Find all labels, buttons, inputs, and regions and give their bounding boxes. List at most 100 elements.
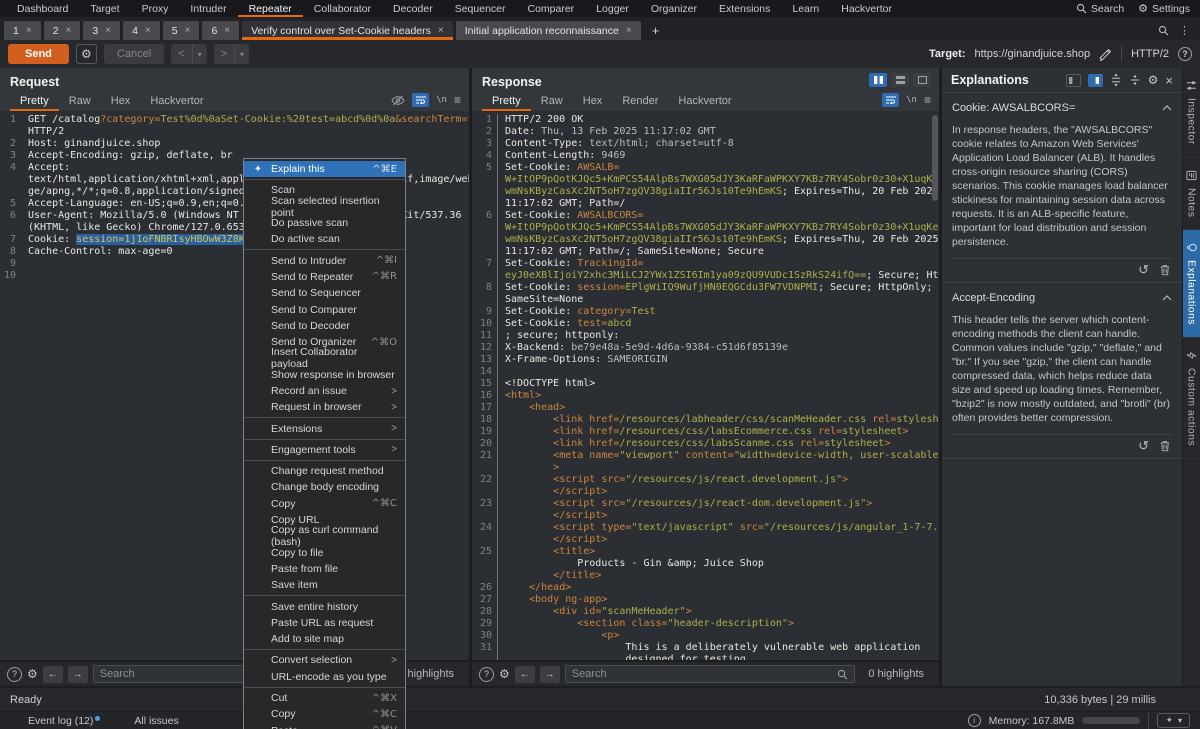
response-tab-render[interactable]: Render	[612, 90, 668, 111]
history-back-button[interactable]: < ▾	[171, 44, 206, 64]
request-tab-pretty[interactable]: Pretty	[10, 90, 59, 111]
close-tab-icon[interactable]: ×	[105, 25, 111, 36]
menu-item-send-to-comparer[interactable]: Send to Comparer	[244, 301, 405, 317]
response-tab-hackvertor[interactable]: Hackvertor	[668, 90, 741, 111]
tab-overflow-menu-icon[interactable]: ⋮	[1179, 24, 1190, 37]
menu-item-send-to-repeater[interactable]: Send to Repeater^⌘R	[244, 269, 405, 285]
event-log-button[interactable]: Event log (12)	[10, 715, 100, 727]
editor-menu-icon[interactable]: ≡	[924, 94, 931, 106]
close-tab-icon[interactable]: ×	[185, 25, 191, 36]
explanation-card-header[interactable]: Accept-Encoding	[952, 292, 1172, 304]
menu-item-sequencer[interactable]: Sequencer	[444, 0, 517, 17]
repeater-tab-2[interactable]: 2×	[44, 21, 81, 40]
search-help-icon[interactable]: ?	[479, 667, 494, 682]
expand-all-icon[interactable]	[1110, 74, 1122, 86]
menu-item-decoder[interactable]: Decoder	[382, 0, 444, 17]
close-panel-icon[interactable]: ×	[1165, 74, 1173, 87]
history-forward-button[interactable]: > ▾	[214, 44, 249, 64]
menu-item-copy[interactable]: Copy^⌘C	[244, 496, 405, 512]
search-help-icon[interactable]: ?	[7, 667, 22, 682]
send-button[interactable]: Send	[8, 44, 69, 64]
collapse-all-icon[interactable]	[1129, 74, 1141, 86]
menu-item-engagement-tools[interactable]: Engagement tools>	[244, 442, 405, 458]
repeater-tab-6[interactable]: 6×	[202, 21, 239, 40]
repeater-tab-4[interactable]: 4×	[123, 21, 160, 40]
send-settings-button[interactable]: ⚙	[76, 44, 97, 64]
search-settings-gear-icon[interactable]: ⚙	[27, 668, 38, 680]
menu-item-extensions[interactable]: Extensions	[708, 0, 781, 17]
hide-nonprintable-eye-slash-icon[interactable]	[391, 95, 405, 106]
request-tab-hackvertor[interactable]: Hackvertor	[140, 90, 213, 111]
close-tab-icon[interactable]: ×	[626, 25, 632, 36]
menu-item-logger[interactable]: Logger	[585, 0, 640, 17]
search-settings-gear-icon[interactable]: ⚙	[499, 668, 510, 680]
menu-item-comparer[interactable]: Comparer	[517, 0, 586, 17]
response-tab-pretty[interactable]: Pretty	[482, 90, 531, 111]
explanations-settings-gear-icon[interactable]: ⚙	[1148, 74, 1159, 86]
close-tab-icon[interactable]: ×	[438, 25, 444, 36]
menu-item-cut[interactable]: Cut^⌘X	[244, 690, 405, 706]
menu-item-organizer[interactable]: Organizer	[640, 0, 708, 17]
side-tab-explanations[interactable]: Explanations	[1183, 230, 1200, 338]
all-issues-button[interactable]: All issues	[134, 715, 178, 727]
menu-item-explain-this[interactable]: ✦Explain this^⌘E	[244, 161, 405, 177]
side-tab-notes[interactable]: Notes	[1183, 158, 1200, 230]
menu-item-convert-selection[interactable]: Convert selection>	[244, 652, 405, 668]
edit-target-pencil-icon[interactable]	[1099, 48, 1112, 61]
repeater-tab-1[interactable]: 1×	[4, 21, 41, 40]
menu-item-paste-from-file[interactable]: Paste from file	[244, 561, 405, 577]
regenerate-icon[interactable]: ↺	[1138, 439, 1149, 452]
menu-item-scan-selected-insertion-point[interactable]: Scan selected insertion point	[244, 199, 405, 215]
menu-item-intruder[interactable]: Intruder	[179, 0, 237, 17]
cancel-button[interactable]: Cancel	[104, 44, 164, 64]
menu-item-send-to-intruder[interactable]: Send to Intruder^⌘I	[244, 252, 405, 268]
global-search-button[interactable]: Search	[1076, 3, 1124, 15]
tab-search-icon[interactable]	[1158, 25, 1169, 36]
side-tab-custom-actions[interactable]: Custom actions	[1183, 338, 1200, 459]
trash-icon[interactable]	[1160, 264, 1170, 276]
response-scrollbar[interactable]	[932, 115, 938, 201]
request-tab-raw[interactable]: Raw	[59, 90, 101, 111]
next-match-button[interactable]: →	[540, 666, 560, 683]
previous-match-button[interactable]: ←	[515, 666, 535, 683]
word-wrap-toggle-icon[interactable]	[412, 93, 429, 107]
menu-item-send-to-decoder[interactable]: Send to Decoder	[244, 318, 405, 334]
side-tab-inspector[interactable]: Inspector	[1183, 68, 1200, 158]
menu-item-copy[interactable]: Copy^⌘C	[244, 706, 405, 722]
next-match-button[interactable]: →	[68, 666, 88, 683]
show-newlines-icon[interactable]: \n	[906, 95, 917, 105]
close-tab-icon[interactable]: ×	[26, 25, 32, 36]
chevron-down-icon[interactable]: ▾	[234, 44, 249, 64]
menu-item-paste-url-as-request[interactable]: Paste URL as request	[244, 615, 405, 631]
menu-item-proxy[interactable]: Proxy	[131, 0, 180, 17]
explanation-card-header[interactable]: Cookie: AWSALBCORS=	[952, 102, 1172, 114]
menu-item-change-body-encoding[interactable]: Change body encoding	[244, 479, 405, 495]
regenerate-icon[interactable]: ↺	[1138, 263, 1149, 276]
menu-item-record-an-issue[interactable]: Record an issue>	[244, 383, 405, 399]
menu-item-do-active-scan[interactable]: Do active scan	[244, 231, 405, 247]
menu-item-url-encode-as-you-type[interactable]: URL-encode as you type	[244, 669, 405, 685]
response-tab-raw[interactable]: Raw	[531, 90, 573, 111]
response-tab-hex[interactable]: Hex	[573, 90, 613, 111]
layout-single-button[interactable]	[913, 73, 931, 87]
word-wrap-toggle-icon[interactable]	[882, 93, 899, 107]
repeater-tab-initial-application-reconnaissance[interactable]: Initial application reconnaissance×	[456, 21, 641, 40]
response-editor[interactable]: 1HTTP/2 200 OK2Date: Thu, 13 Feb 2025 11…	[472, 111, 939, 660]
burp-ai-button[interactable]: ✦ ▾	[1157, 713, 1190, 728]
close-tab-icon[interactable]: ×	[66, 25, 72, 36]
menu-item-request-in-browser[interactable]: Request in browser>	[244, 399, 405, 415]
request-tab-hex[interactable]: Hex	[101, 90, 141, 111]
menu-item-save-item[interactable]: Save item	[244, 577, 405, 593]
close-tab-icon[interactable]: ×	[224, 25, 230, 36]
menu-item-learn[interactable]: Learn	[781, 0, 830, 17]
repeater-tab-3[interactable]: 3×	[83, 21, 120, 40]
layout-rows-button[interactable]	[891, 73, 909, 87]
repeater-tab-5[interactable]: 5×	[163, 21, 200, 40]
menu-item-extensions[interactable]: Extensions>	[244, 420, 405, 436]
chevron-up-icon[interactable]	[1162, 105, 1172, 111]
editor-menu-icon[interactable]: ≡	[454, 94, 461, 106]
menu-item-hackvertor[interactable]: Hackvertor	[830, 0, 903, 17]
menu-item-collaborator[interactable]: Collaborator	[303, 0, 382, 17]
protocol-help-icon[interactable]: ?	[1178, 47, 1192, 61]
menu-item-target[interactable]: Target	[79, 0, 130, 17]
